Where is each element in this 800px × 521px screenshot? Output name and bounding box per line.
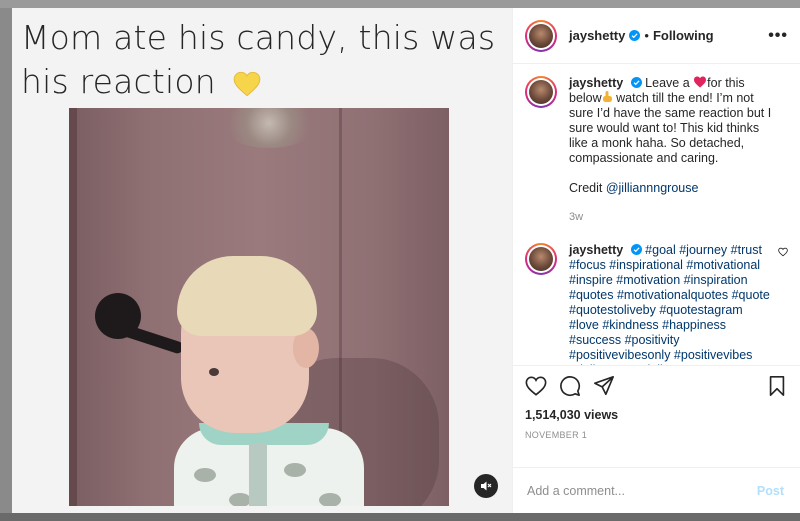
save-bookmark-icon[interactable] <box>766 375 788 397</box>
comments-list: jayshetty Leave a for this below watch t… <box>513 64 800 365</box>
comment-username[interactable]: jayshetty <box>569 243 623 257</box>
post-header: jayshetty • Following ••• <box>513 8 800 64</box>
red-heart-icon <box>694 76 707 88</box>
mute-toggle-button[interactable] <box>474 474 498 498</box>
header-username[interactable]: jayshetty <box>569 28 625 43</box>
following-button[interactable]: Following <box>653 28 714 43</box>
avatar[interactable] <box>525 76 557 108</box>
verified-badge-icon <box>630 77 642 88</box>
credit-label: Credit <box>569 181 606 195</box>
media-caption: Mom ate his candy, this was his reaction <box>21 16 495 104</box>
page-backdrop-top <box>0 0 800 8</box>
wreath <box>219 108 319 148</box>
view-count[interactable]: 1,514,030 views <box>525 408 788 422</box>
post-actions: 1,514,030 views NOVEMBER 1 <box>513 365 800 467</box>
hashtag-comment: jayshetty #goal #journey #trust #focus #… <box>525 243 788 365</box>
post-media[interactable]: Mom ate his candy, this was his reaction <box>12 8 512 513</box>
child-hair <box>177 256 317 336</box>
header-separator: • <box>644 28 649 43</box>
page-backdrop-bottom <box>0 513 800 521</box>
avatar[interactable] <box>525 243 557 275</box>
post-sidebar: jayshetty • Following ••• jayshetty Leav… <box>512 8 800 513</box>
caption-line-1: Mom ate his candy, this was <box>21 18 496 57</box>
share-paper-plane-icon[interactable] <box>593 375 615 397</box>
post-comment-button[interactable]: Post <box>757 484 784 498</box>
like-heart-icon[interactable] <box>525 375 547 397</box>
caption-comment: jayshetty Leave a for this below watch t… <box>525 76 788 225</box>
avatar[interactable] <box>525 19 557 52</box>
comment-username[interactable]: jayshetty <box>569 76 623 90</box>
verified-badge-icon <box>629 30 641 41</box>
yellow-heart-icon <box>233 71 260 96</box>
video-frame[interactable] <box>69 108 449 506</box>
caption-line-2: his reaction <box>21 62 216 101</box>
hashtag-links[interactable]: #goal #journey #trust #focus #inspiratio… <box>569 243 770 365</box>
pointing-down-icon <box>602 91 612 102</box>
comment-bubble-icon[interactable] <box>559 375 581 397</box>
comment-timestamp[interactable]: 3w <box>569 210 774 225</box>
comment-text: Leave a <box>645 76 694 90</box>
comment-composer: Post <box>513 467 800 513</box>
credit-mention-link[interactable]: @jilliannngrouse <box>606 181 699 195</box>
post-date[interactable]: NOVEMBER 1 <box>525 430 788 440</box>
speaker-muted-icon <box>481 481 492 491</box>
more-options-button[interactable]: ••• <box>768 27 788 45</box>
comment-input[interactable] <box>527 483 757 498</box>
like-comment-heart-icon[interactable] <box>778 247 788 257</box>
post-modal: Mom ate his candy, this was his reaction <box>12 8 800 513</box>
verified-badge-icon <box>630 244 642 255</box>
